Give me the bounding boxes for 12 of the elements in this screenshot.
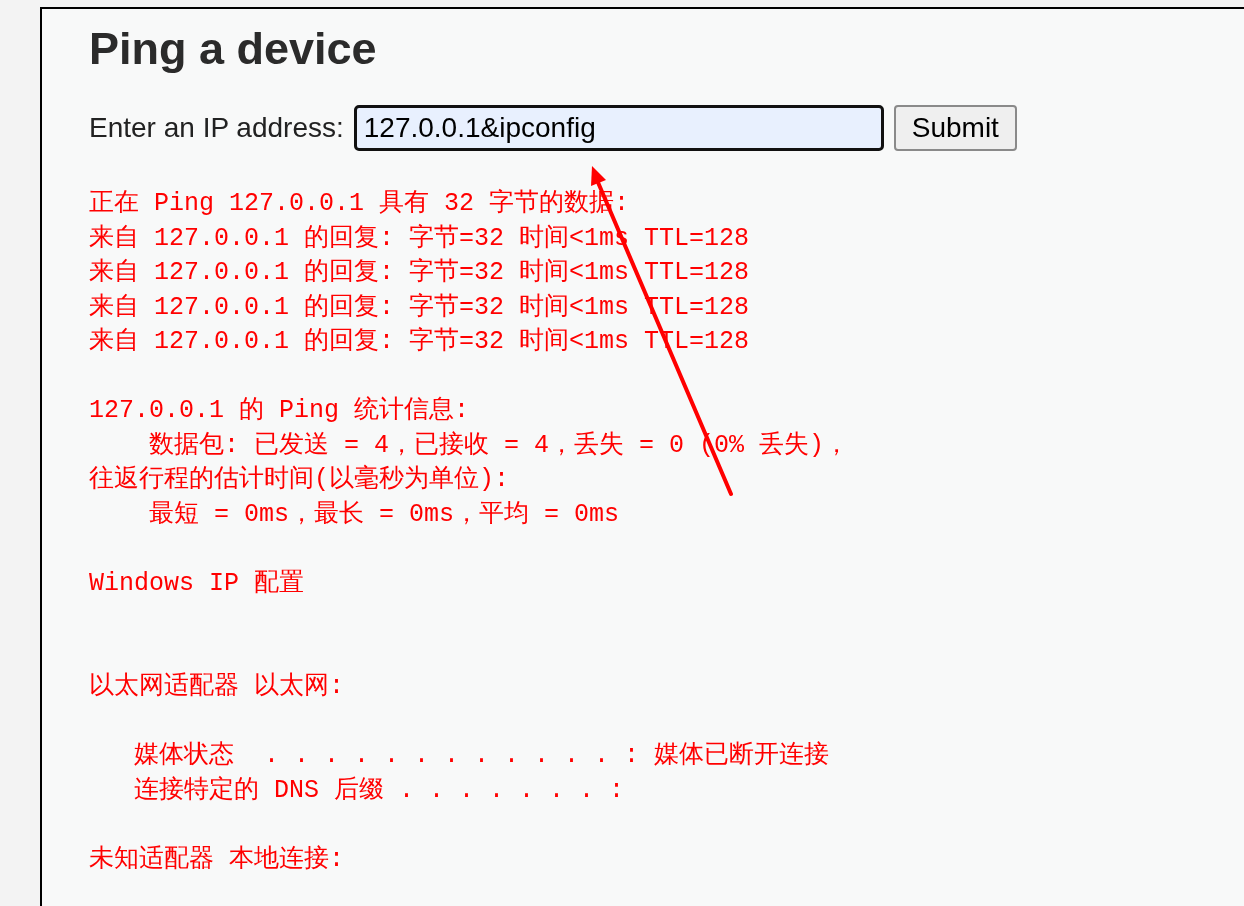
output-line: 127.0.0.1 的 Ping 统计信息: xyxy=(89,395,470,427)
output-line: Windows IP 配置 xyxy=(89,567,305,600)
output-line: 未知适配器 本地连接: xyxy=(89,843,344,876)
page-title: Ping a device xyxy=(89,23,377,75)
output-line: 以太网适配器 以太网: xyxy=(89,671,344,703)
ip-label: Enter an IP address: xyxy=(89,111,344,145)
output-line: 连接特定的 DNS 后缀 . . . . . . . : xyxy=(133,774,625,807)
output-line: 媒体状态 . . . . . . . . . . . . : 媒体已断开连接 xyxy=(133,740,830,772)
output-line: 最短 = 0ms，最长 = 0ms，平均 = 0ms xyxy=(148,498,620,531)
output-line: 来自 127.0.0.1 的回复: 字节=32 时间<1ms TTL=128 xyxy=(89,257,750,289)
output-line: 往返行程的估计时间(以毫秒为单位): xyxy=(89,464,509,496)
submit-button[interactable]: Submit xyxy=(893,105,1017,151)
